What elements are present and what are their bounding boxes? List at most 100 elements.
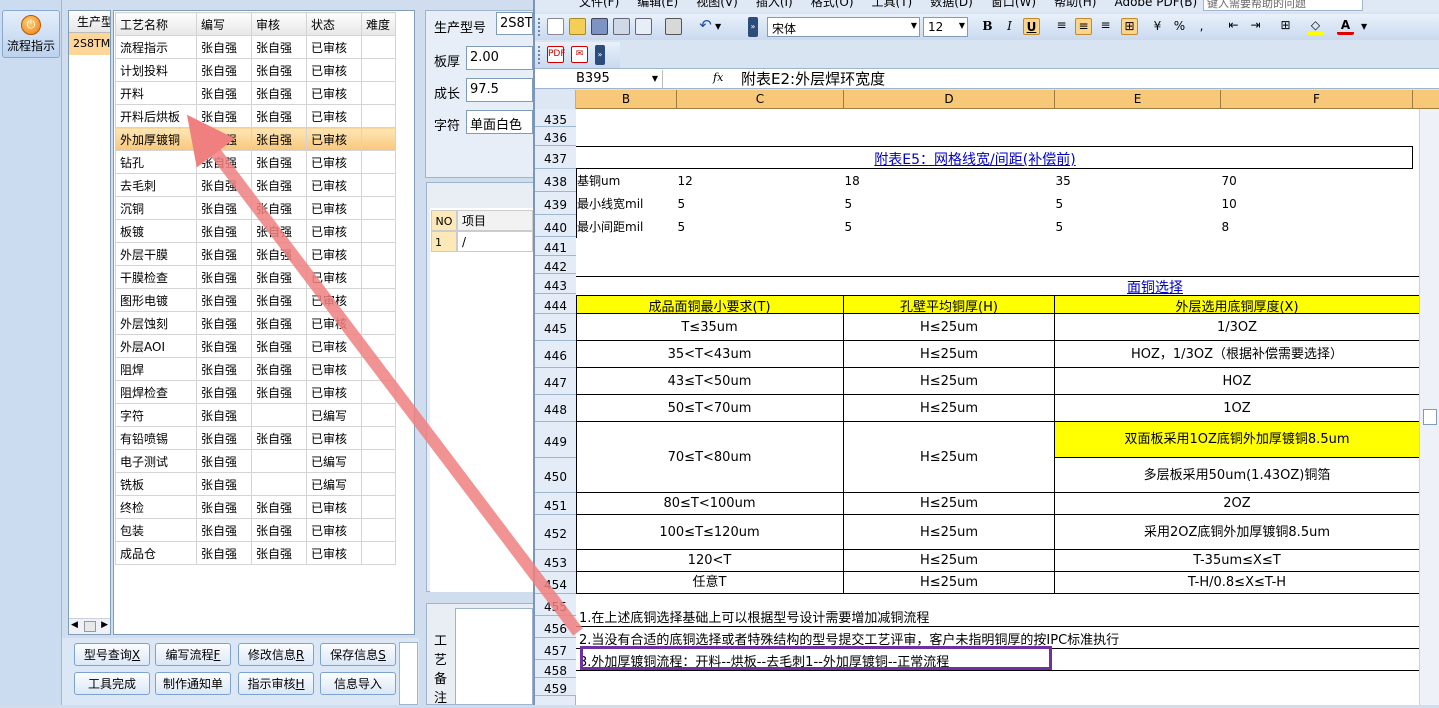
process-cell[interactable] [361, 518, 396, 542]
process-cell[interactable]: 已审核 [306, 127, 362, 151]
process-cell[interactable] [361, 334, 396, 358]
toolbar-overflow-icon[interactable]: » [595, 45, 605, 65]
process-cell[interactable] [251, 472, 307, 496]
column-header[interactable]: 工艺名称 [115, 12, 197, 36]
row-header[interactable]: 451 [535, 493, 576, 515]
process-row[interactable]: 板镀 张自强 张自强 已审核 [115, 219, 396, 243]
sheet-cell[interactable]: H≤25um [844, 422, 1055, 493]
process-cell[interactable]: 开料后烘板 [115, 104, 197, 128]
sheet-cell[interactable]: T-H/0.8≤X≤T-H [1055, 572, 1419, 594]
process-cell[interactable] [361, 449, 396, 473]
process-cell[interactable]: 张自强 [251, 81, 307, 105]
process-cell[interactable]: 张自强 [251, 357, 307, 381]
row-header[interactable]: 445 [535, 314, 576, 341]
email-icon[interactable] [635, 18, 652, 35]
pdf-convert-icon[interactable]: PDF [547, 46, 566, 63]
sheet-cell[interactable]: 35 [1056, 169, 1222, 192]
sheet-cell[interactable]: 2OZ [1055, 493, 1419, 515]
process-row[interactable]: 开料 张自强 张自强 已审核 [115, 81, 396, 105]
process-cell[interactable]: 已审核 [306, 357, 362, 381]
menu-item[interactable]: 文件(F) [579, 0, 619, 9]
column-header[interactable]: 审核 [251, 12, 307, 36]
fill-color-icon[interactable]: ◇ [1307, 18, 1324, 35]
process-cell[interactable]: 张自强 [251, 35, 307, 59]
table-e5-title-text[interactable]: 附表E5：网格线宽/间距(补偿前) [845, 149, 1105, 169]
row-header[interactable]: 443 [535, 274, 576, 294]
column-header[interactable]: 编写 [196, 12, 252, 36]
process-cell[interactable]: 张自强 [251, 173, 307, 197]
sheet-cell[interactable]: 1/3OZ [1055, 314, 1419, 341]
scroll-thumb[interactable] [1423, 409, 1437, 425]
column-header-f[interactable]: F [1221, 90, 1413, 109]
column-header[interactable]: 状态 [306, 12, 362, 36]
length-field[interactable]: 97.5 [466, 78, 533, 102]
process-cell[interactable]: 已审核 [306, 426, 362, 450]
process-cell[interactable]: 图形电镀 [115, 288, 197, 312]
underline-icon[interactable]: U [1023, 18, 1040, 35]
align-left-icon[interactable]: ≡ [1053, 18, 1070, 35]
process-cell[interactable]: 计划投料 [115, 58, 197, 82]
process-cell[interactable]: 已审核 [306, 35, 362, 59]
process-row[interactable]: 阻焊 张自强 张自强 已审核 [115, 357, 396, 381]
process-cell[interactable] [251, 403, 307, 427]
column-header-b[interactable]: B [576, 90, 677, 109]
sheet-cell[interactable]: HOZ，1/3OZ（根据补偿需要选择） [1055, 341, 1419, 368]
process-cell[interactable] [361, 357, 396, 381]
row-header[interactable]: 441 [535, 237, 576, 256]
sheet-cell[interactable]: H≤25um [844, 572, 1055, 594]
process-cell[interactable]: 张自强 [196, 242, 252, 266]
toolbar-overflow-icon[interactable]: » [748, 17, 758, 37]
process-cell[interactable]: 已审核 [306, 518, 362, 542]
process-cell[interactable]: 外加厚镀铜 [115, 127, 197, 151]
menu-item[interactable]: Adobe PDF(B) [1114, 0, 1197, 9]
formula-content[interactable]: 附表E2:外层焊环宽度 [741, 69, 885, 89]
process-cell[interactable]: 张自强 [196, 311, 252, 335]
process-row[interactable]: 沉铜 张自强 张自强 已审核 [115, 196, 396, 220]
modify-info-button[interactable]: 修改信息 R [238, 643, 314, 666]
sheet-cell[interactable]: 5 [845, 192, 1056, 215]
process-cell[interactable]: 开料 [115, 81, 197, 105]
process-cell[interactable]: 张自强 [251, 219, 307, 243]
process-cell[interactable]: 已审核 [306, 81, 362, 105]
process-cell[interactable]: 成品仓 [115, 541, 197, 565]
process-cell[interactable] [361, 150, 396, 174]
vertical-scrollbar[interactable] [1419, 109, 1439, 705]
font-size-select[interactable]: 12 ▼ [923, 17, 968, 37]
process-cell[interactable] [361, 173, 396, 197]
process-cell[interactable]: 字符 [115, 403, 197, 427]
sheet-cell[interactable]: 双面板采用1OZ底铜外加厚镀铜8.5um [1055, 422, 1419, 458]
process-cell[interactable] [361, 242, 396, 266]
items-row-item[interactable]: / [457, 231, 533, 252]
save-info-button[interactable]: 保存信息 S [320, 643, 396, 666]
row-header[interactable]: 448 [535, 395, 576, 422]
process-cell[interactable]: 张自强 [251, 196, 307, 220]
column-header-e[interactable]: E [1055, 90, 1221, 109]
process-cell[interactable]: 张自强 [251, 242, 307, 266]
process-cell[interactable]: 外层蚀刻 [115, 311, 197, 335]
scroll-thumb[interactable] [84, 621, 96, 632]
process-cell[interactable]: 张自强 [196, 541, 252, 565]
process-cell[interactable]: 已审核 [306, 495, 362, 519]
sheet-cell[interactable]: H≤25um [844, 515, 1055, 550]
process-cell[interactable]: 张自强 [196, 173, 252, 197]
chevron-down-icon[interactable]: ▼ [959, 21, 965, 30]
process-cell[interactable]: 张自强 [251, 541, 307, 565]
scroll-right-icon[interactable]: ▶ [101, 620, 108, 630]
row-header[interactable]: 457 [535, 638, 576, 660]
sheet-cell[interactable]: 35<T<43um [576, 341, 844, 368]
process-cell[interactable]: 已编写 [306, 449, 362, 473]
process-cell[interactable]: 沉铜 [115, 196, 197, 220]
sheet-cell[interactable]: 基铜um [576, 169, 678, 192]
menu-item[interactable]: 窗口(W) [991, 0, 1036, 9]
process-cell[interactable]: 张自强 [251, 426, 307, 450]
sheet-cell[interactable]: T-35um≤X≤T [1055, 550, 1419, 572]
instruction-review-button[interactable]: 指示审核 H [238, 672, 314, 695]
process-cell[interactable]: 张自强 [251, 311, 307, 335]
menu-item[interactable]: 编辑(E) [637, 0, 678, 9]
button-panel-input[interactable] [399, 642, 418, 705]
process-cell[interactable] [361, 219, 396, 243]
process-row[interactable]: 图形电镀 张自强 张自强 已审核 [115, 288, 396, 312]
pdf-email-icon[interactable]: ✉ [571, 46, 588, 63]
copper-title[interactable]: 面铜选择 [1095, 277, 1215, 297]
sheet-cell[interactable]: 70 [1222, 169, 1414, 192]
